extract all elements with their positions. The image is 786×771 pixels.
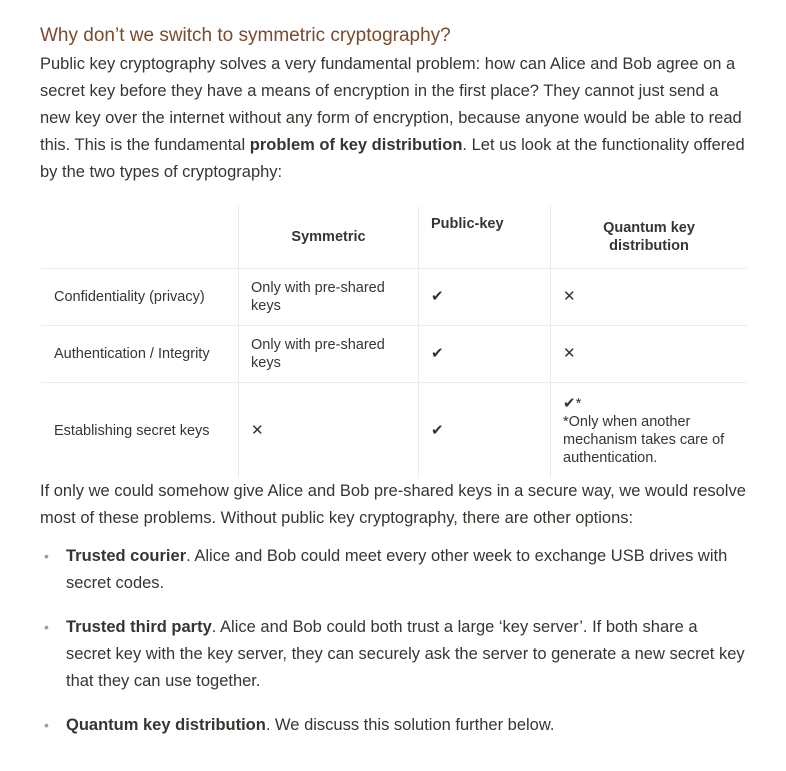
check-icon: ✔ (418, 382, 551, 478)
option-title: Trusted courier (66, 547, 187, 565)
list-item: • Trusted courier. Alice and Bob could me… (40, 543, 746, 597)
section-heading: Why don’t we switch to symmetric cryptog… (40, 25, 451, 46)
table-header-qkd: Quantum key distribution (550, 206, 747, 269)
table-header-empty (41, 206, 239, 269)
table-header-public-key: Public-key (418, 206, 551, 269)
check-asterisk-icon: ✔* (563, 394, 582, 412)
intro-paragraph: Public key cryptography solves a very fu… (40, 51, 746, 186)
cross-icon: ✕ (550, 325, 747, 383)
list-item: • Trusted third party. Alice and Bob coul… (40, 614, 746, 695)
options-list: • Trusted courier. Alice and Bob could me… (40, 543, 746, 739)
table-header-row: Symmetric Public-key Quantum key distrib… (41, 206, 747, 269)
row-label: Authentication / Integrity (41, 325, 239, 383)
cell-symmetric: Only with pre-shared keys (238, 325, 419, 383)
table-header-symmetric: Symmetric (238, 206, 419, 269)
comparison-table: Symmetric Public-key Quantum key distrib… (41, 206, 747, 478)
cell-symmetric: Only with pre-shared keys (238, 268, 419, 326)
list-item: • Quantum key distribution. We discuss th… (40, 712, 746, 739)
cell-qkd: ✔* *Only when another mechanism takes ca… (550, 382, 747, 478)
table-row: Establishing secret keys ✕ ✔ ✔* *Only wh… (41, 382, 747, 478)
bullet-icon: • (44, 548, 49, 564)
option-title: Quantum key distribution (66, 716, 266, 734)
row-label: Confidentiality (privacy) (41, 268, 239, 326)
cross-icon: ✕ (550, 268, 747, 326)
options-paragraph: If only we could somehow give Alice and … (40, 482, 746, 527)
table-row: Authentication / Integrity Only with pre… (41, 325, 747, 383)
check-icon: ✔ (418, 268, 551, 326)
table-row: Confidentiality (privacy) Only with pre-… (41, 268, 747, 326)
article: Why don’t we switch to symmetric cryptog… (0, 0, 786, 739)
bullet-icon: • (44, 619, 49, 635)
cross-icon: ✕ (238, 382, 419, 478)
intro-bold-term: problem of key distribution (249, 136, 463, 154)
bullet-icon: • (44, 717, 49, 733)
qkd-footnote: *Only when another mechanism takes care … (563, 413, 725, 466)
row-label: Establishing secret keys (41, 382, 239, 478)
option-title: Trusted third party (66, 618, 212, 636)
check-icon: ✔ (418, 325, 551, 383)
option-text: . We discuss this solution further below… (265, 716, 555, 734)
